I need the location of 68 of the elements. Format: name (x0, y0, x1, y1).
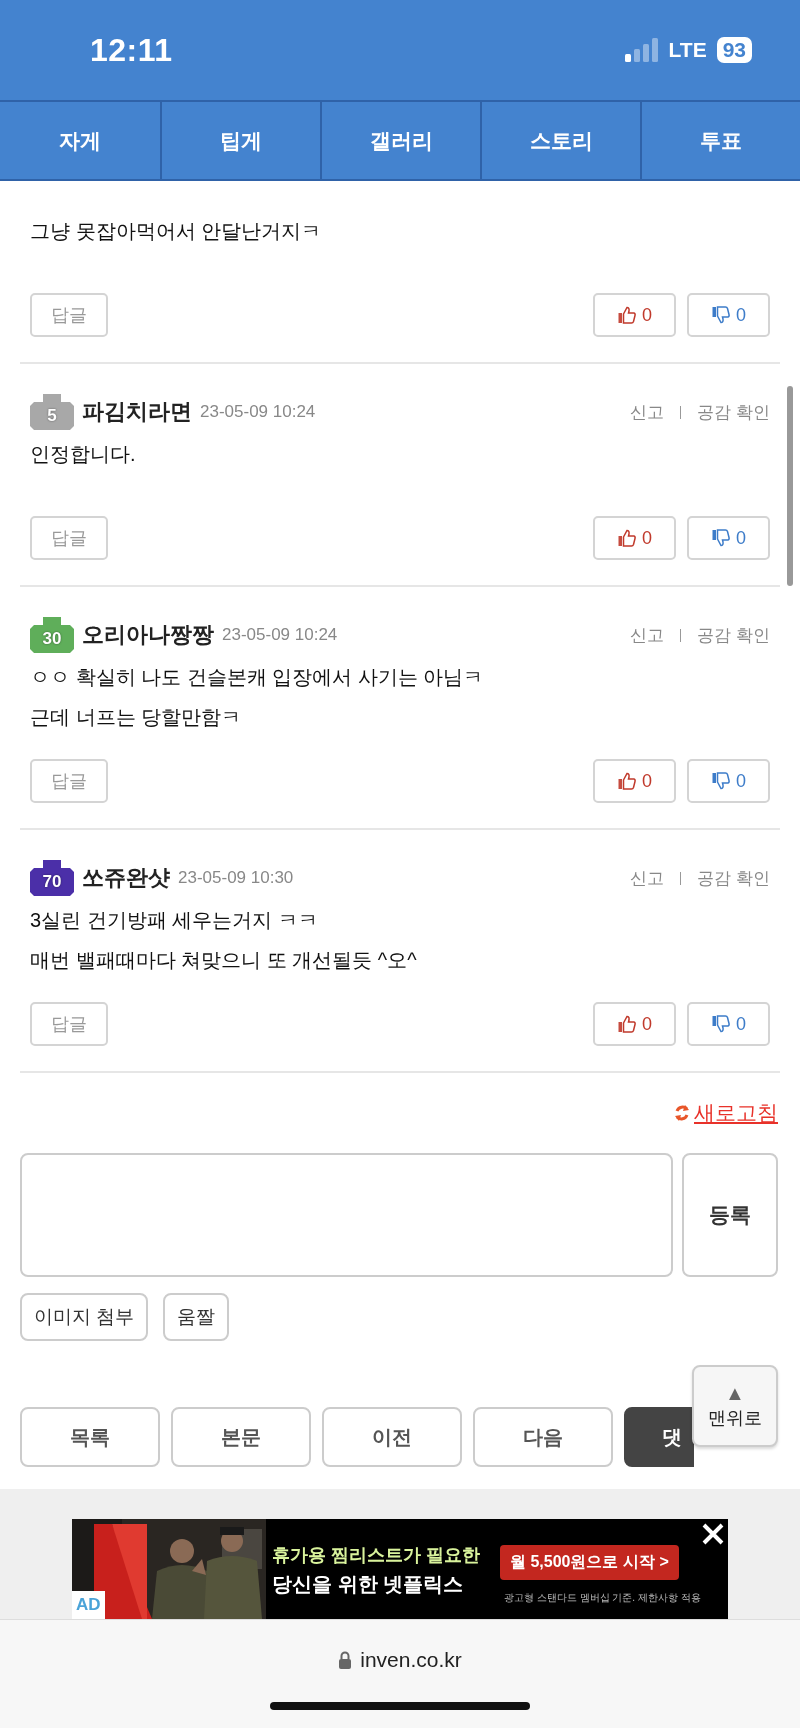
reply-button[interactable]: 답글 (30, 759, 108, 803)
clock-time: 12:11 (90, 31, 173, 69)
submit-button[interactable]: 등록 (682, 1153, 778, 1277)
network-type: LTE (668, 38, 707, 62)
nav-button[interactable]: 본문 (171, 1407, 311, 1467)
thumbs-up-icon (617, 528, 637, 548)
comment-text: 그냥 못잡아먹어서 안달난거지ㅋ (30, 219, 323, 244)
empathy-link[interactable]: 공감 확인 (697, 866, 770, 890)
nav-tab[interactable]: 스토리 (480, 102, 640, 179)
level-badge: 5 (30, 394, 74, 430)
attach-button[interactable]: 움짤 (163, 1293, 230, 1341)
comment-date: 23-05-09 10:30 (178, 868, 294, 888)
battery-level: 93 (716, 37, 752, 63)
nav-tab[interactable]: 갤러리 (320, 102, 480, 179)
ad-headline: 휴가용 찜리스트가 필요한 (272, 1544, 480, 1567)
dislike-button[interactable]: 0 (687, 293, 770, 337)
refresh-link[interactable]: 새로고침 (694, 1099, 778, 1127)
dislike-button[interactable]: 0 (687, 759, 770, 803)
thumbs-up-icon (617, 771, 637, 791)
comment-text: 인정합니다. (30, 442, 137, 467)
author-name: 파김치라면 (82, 398, 192, 426)
nav-button[interactable]: 다음 (473, 1407, 613, 1467)
nav-tab[interactable]: 팁게 (160, 102, 320, 179)
ad-cta-button[interactable]: 월 5,500원으로 시작 > (500, 1545, 679, 1580)
ad-label: AD (72, 1591, 105, 1619)
report-link[interactable]: 신고 (630, 623, 665, 647)
lock-icon (338, 1651, 353, 1669)
thumbs-up-icon (617, 305, 637, 325)
comment-date: 23-05-09 10:24 (200, 402, 316, 422)
like-button[interactable]: 0 (593, 759, 676, 803)
address-url[interactable]: inven.co.kr (360, 1648, 462, 1672)
thumbs-down-icon (711, 771, 731, 791)
nav-button[interactable]: 목록 (20, 1407, 160, 1467)
level-badge: 30 (30, 617, 74, 653)
dislike-button[interactable]: 0 (687, 516, 770, 560)
comment-input[interactable] (20, 1153, 673, 1277)
like-button[interactable]: 0 (593, 516, 676, 560)
nav-button[interactable]: 이전 (322, 1407, 462, 1467)
author-name: 오리아나짱짱 (82, 621, 214, 649)
ad-subhead: 당신을 위한 넷플릭스 (272, 1572, 464, 1597)
comment-text: ㅇㅇ 확실히 나도 건슬본캐 입장에서 사기는 아님ㅋ 근데 너프는 당할만함ㅋ (30, 665, 485, 730)
close-icon[interactable] (702, 1523, 724, 1545)
thumbs-down-icon (711, 305, 731, 325)
empathy-link[interactable]: 공감 확인 (697, 623, 770, 647)
like-button[interactable]: 0 (593, 293, 676, 337)
thumbs-down-icon (711, 1014, 731, 1034)
thumbs-down-icon (711, 528, 731, 548)
empathy-link[interactable]: 공감 확인 (697, 400, 770, 424)
report-link[interactable]: 신고 (630, 866, 665, 890)
nav-tab[interactable]: 투표 (640, 102, 800, 179)
like-button[interactable]: 0 (593, 1002, 676, 1046)
comments-button[interactable]: 댓 (624, 1407, 694, 1467)
attach-button[interactable]: 이미지 첨부 (20, 1293, 149, 1341)
home-indicator[interactable] (270, 1702, 530, 1710)
level-badge: 70 (30, 860, 74, 896)
ad-disclaimer: 광고형 스탠다드 멤버십 기준. 제한사항 적용 (504, 1591, 701, 1605)
reply-button[interactable]: 답글 (30, 293, 108, 337)
author-name: 쏘쥬완샷 (82, 864, 170, 892)
comment-text: 3실린 건기방패 세우는거지 ㅋㅋ 매번 밸패때마다 쳐맞으니 또 개선될듯 ^오^ (30, 908, 418, 973)
thumbs-up-icon (617, 1014, 637, 1034)
nav-tab[interactable]: 자게 (0, 102, 160, 179)
report-link[interactable]: 신고 (630, 400, 665, 424)
reply-button[interactable]: 답글 (30, 1002, 108, 1046)
signal-icon (624, 38, 659, 62)
comment-date: 23-05-09 10:24 (222, 625, 338, 645)
reply-button[interactable]: 답글 (30, 516, 108, 560)
scroll-top-button[interactable]: ▲ 맨위로 (692, 1365, 778, 1447)
dislike-button[interactable]: 0 (687, 1002, 770, 1046)
